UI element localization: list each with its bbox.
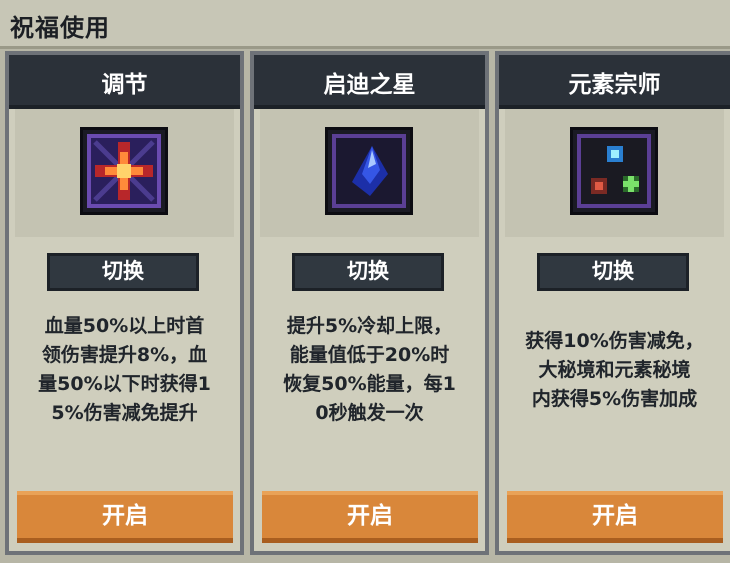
- blessing-description: 获得10%伤害减免， 大秘境和元素秘境 内获得5%伤害加成: [525, 330, 704, 410]
- blessing-card-1: 调节 切换 血量50%以上时首 领伤害提升8%，血 量50%以下时获得1 5%伤…: [5, 51, 244, 555]
- blue-crystal-icon: [325, 127, 413, 215]
- icon-area: [15, 109, 234, 237]
- card-header: 启迪之星: [254, 55, 485, 109]
- window-title: 祝福使用: [10, 14, 110, 42]
- switch-button[interactable]: 切换: [292, 253, 444, 291]
- open-button[interactable]: 开启: [262, 491, 478, 543]
- blessing-description: 血量50%以上时首 领伤害提升8%，血 量50%以下时获得1 5%伤害减免提升: [38, 315, 211, 424]
- blessing-name: 调节: [101, 72, 148, 98]
- open-button[interactable]: 开启: [507, 491, 723, 543]
- card-header: 元素宗师: [499, 55, 730, 109]
- title-bar: 祝福使用: [0, 0, 730, 49]
- card-header: 调节: [9, 55, 240, 109]
- blessing-card-3: 元素宗师 切换 获得10%伤害减免， 大秘境和元素秘境 内获得5%伤害加成 开启: [495, 51, 730, 555]
- elemental-orbs-icon: [570, 127, 658, 215]
- switch-button[interactable]: 切换: [47, 253, 199, 291]
- blessing-name: 元素宗师: [568, 72, 661, 98]
- switch-button[interactable]: 切换: [537, 253, 689, 291]
- blessing-description: 提升5%冷却上限， 能量值低于20%时 恢复50%能量，每1 0秒触发一次: [283, 315, 456, 424]
- icon-area: [505, 109, 724, 237]
- red-cross-star-icon: [80, 127, 168, 215]
- icon-area: [260, 109, 479, 237]
- blessing-name: 启迪之星: [323, 72, 416, 98]
- open-button[interactable]: 开启: [17, 491, 233, 543]
- blessing-card-2: 启迪之星 切换 提升5%冷却上限， 能量值低于20%时 恢复50%能量，每1 0…: [250, 51, 489, 555]
